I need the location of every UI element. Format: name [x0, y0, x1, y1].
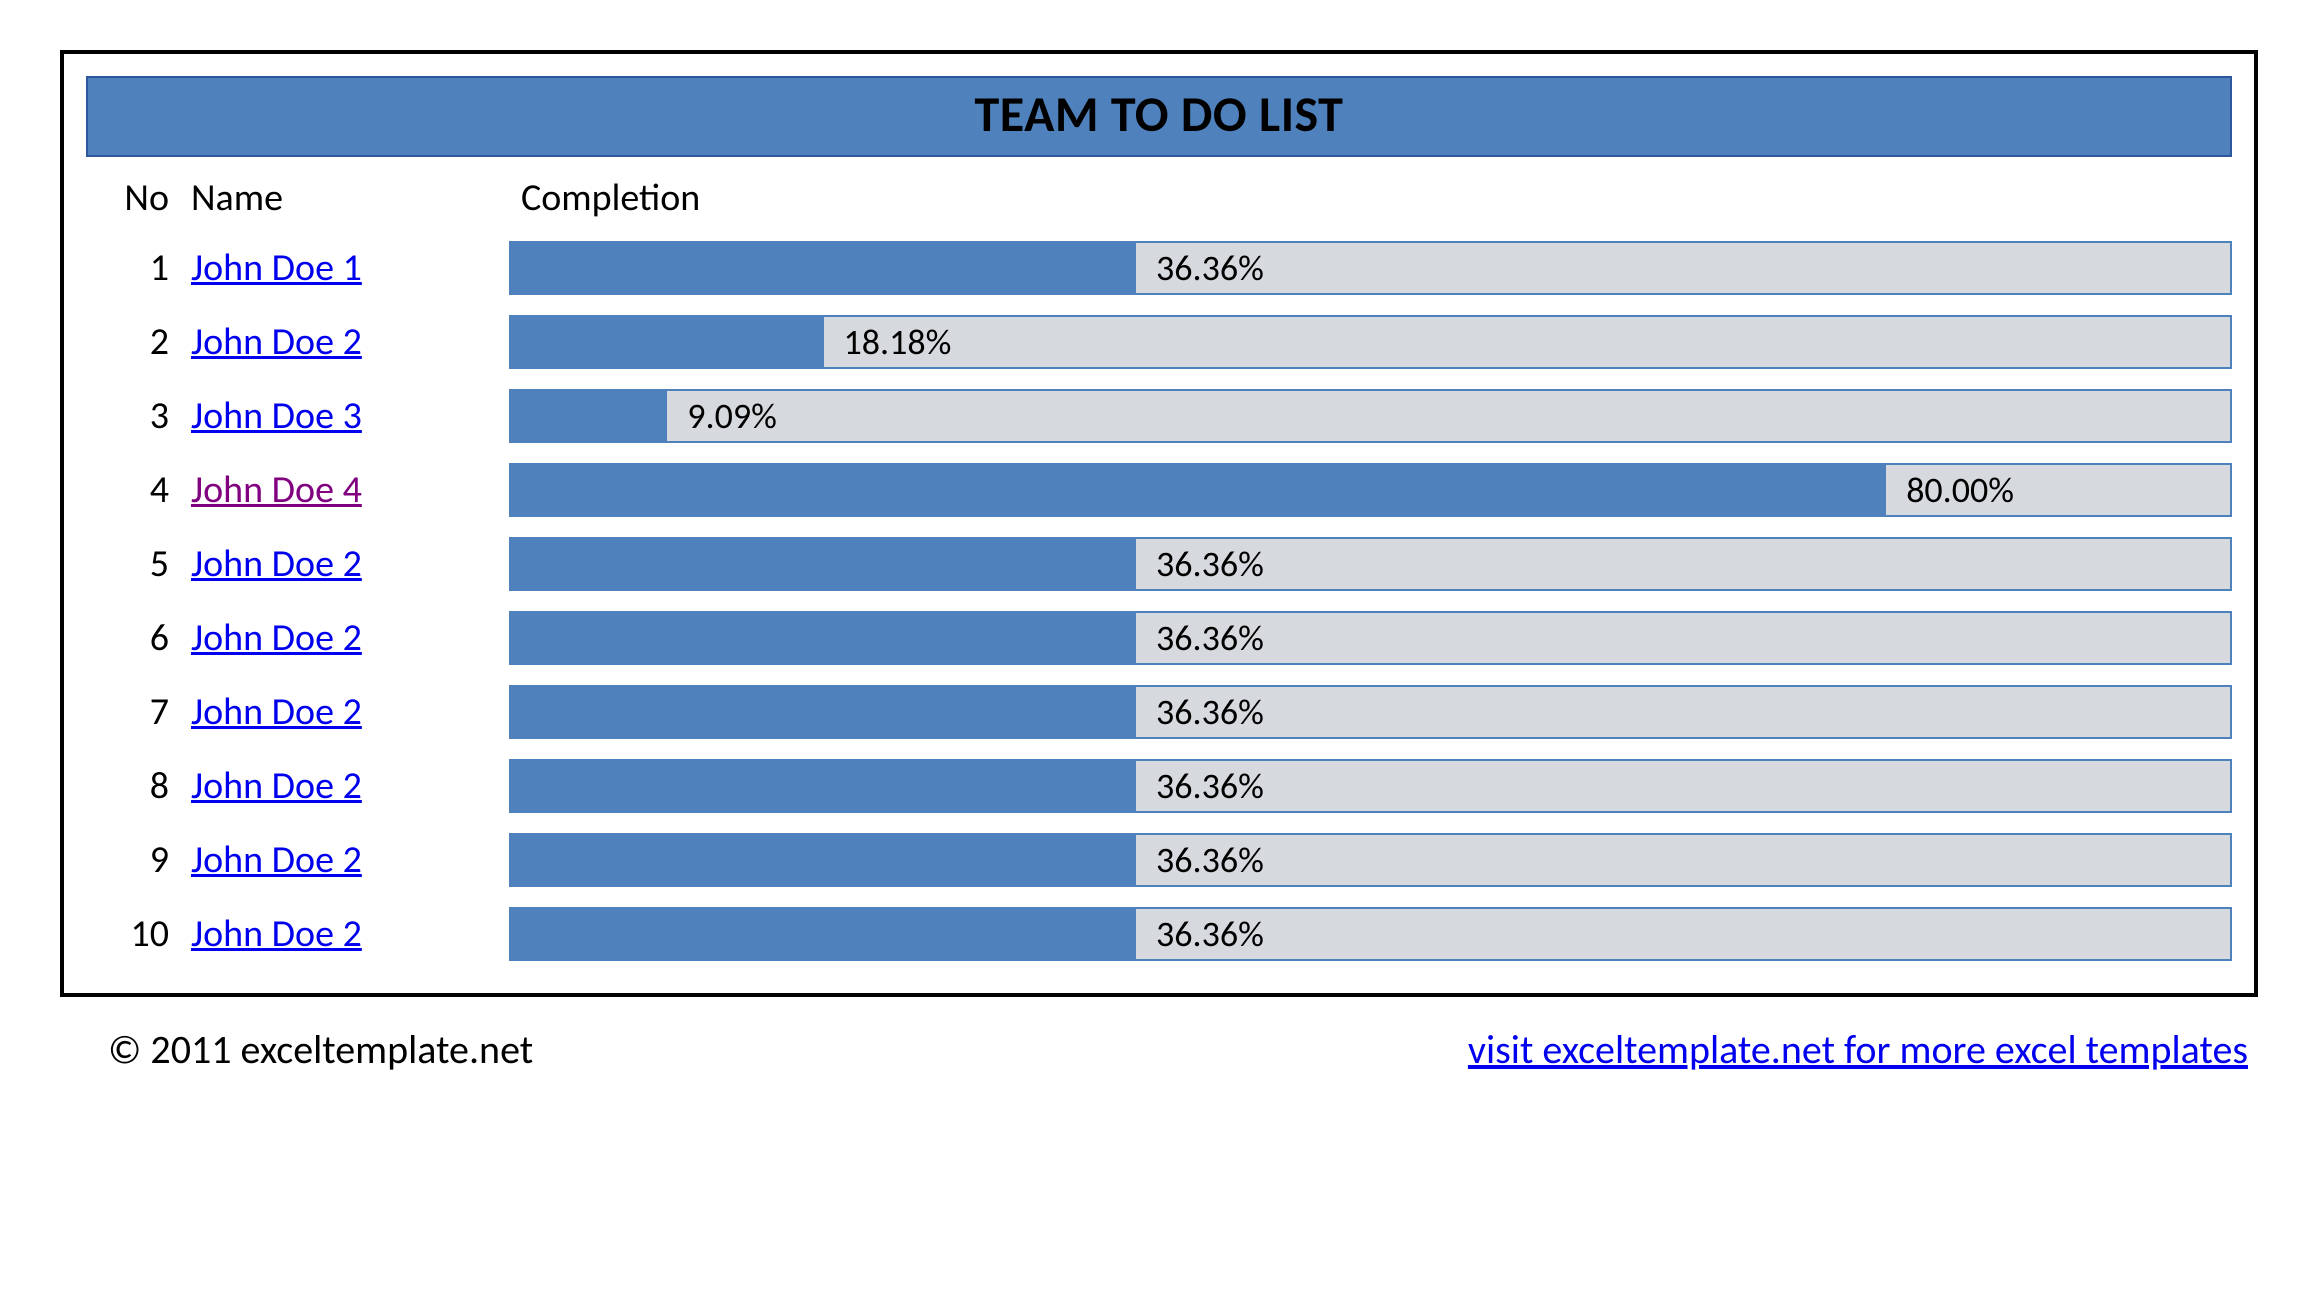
progress-label: 36.36%: [1136, 246, 1264, 290]
progress-bar: 36.36%: [509, 537, 2232, 591]
name-link[interactable]: John Doe 2: [191, 763, 362, 809]
row-no: 3: [86, 393, 191, 439]
progress-bar: 80.00%: [509, 463, 2232, 517]
completion-cell: 36.36%: [491, 907, 2232, 961]
content-frame: TEAM TO DO LIST No Name Completion 1John…: [60, 50, 2258, 997]
progress-bar: 36.36%: [509, 759, 2232, 813]
completion-cell: 80.00%: [491, 463, 2232, 517]
row-no: 5: [86, 541, 191, 587]
completion-cell: 36.36%: [491, 759, 2232, 813]
header-completion: Completion: [491, 175, 2232, 221]
table-row: 1John Doe 1 36.36%: [86, 231, 2232, 305]
table-row: 3John Doe 3 9.09%: [86, 379, 2232, 453]
completion-cell: 18.18%: [491, 315, 2232, 369]
progress-label: 80.00%: [1886, 468, 2014, 512]
completion-cell: 36.36%: [491, 833, 2232, 887]
row-no: 9: [86, 837, 191, 883]
row-no: 7: [86, 689, 191, 735]
progress-bar: 36.36%: [509, 907, 2232, 961]
table-body: 1John Doe 136.36%2John Doe 218.18%3John …: [86, 231, 2232, 971]
row-name: John Doe 2: [191, 689, 491, 735]
progress-fill: [511, 613, 1136, 663]
progress-label: 18.18%: [824, 320, 952, 364]
row-name: John Doe 3: [191, 393, 491, 439]
row-no: 2: [86, 319, 191, 365]
name-link[interactable]: John Doe 2: [191, 319, 362, 365]
row-no: 8: [86, 763, 191, 809]
footer-link[interactable]: visit exceltemplate.net for more excel t…: [1468, 1025, 2248, 1074]
title-bar: TEAM TO DO LIST: [86, 76, 2232, 157]
row-name: John Doe 2: [191, 837, 491, 883]
table-row: 6John Doe 2 36.36%: [86, 601, 2232, 675]
name-link[interactable]: John Doe 2: [191, 911, 362, 957]
name-link[interactable]: John Doe 4: [191, 467, 362, 513]
progress-fill: [511, 687, 1136, 737]
name-link[interactable]: John Doe 1: [191, 245, 362, 291]
row-name: John Doe 2: [191, 541, 491, 587]
footer-link-wrap: visit exceltemplate.net for more excel t…: [1468, 1025, 2248, 1074]
progress-label: 36.36%: [1136, 542, 1264, 586]
row-no: 4: [86, 467, 191, 513]
row-name: John Doe 4: [191, 467, 491, 513]
progress-fill: [511, 243, 1136, 293]
completion-cell: 36.36%: [491, 611, 2232, 665]
completion-cell: 36.36%: [491, 685, 2232, 739]
table-header: No Name Completion: [86, 169, 2232, 231]
progress-bar: 9.09%: [509, 389, 2232, 443]
progress-fill: [511, 317, 824, 367]
footer: © 2011 exceltemplate.net visit exceltemp…: [60, 997, 2258, 1074]
table-row: 7John Doe 2 36.36%: [86, 675, 2232, 749]
progress-label: 36.36%: [1136, 838, 1264, 882]
progress-fill: [511, 391, 667, 441]
header-no: No: [86, 175, 191, 221]
row-name: John Doe 1: [191, 245, 491, 291]
table-row: 5John Doe 2 36.36%: [86, 527, 2232, 601]
progress-label: 36.36%: [1136, 912, 1264, 956]
progress-fill: [511, 909, 1136, 959]
progress-bar: 18.18%: [509, 315, 2232, 369]
copyright-text: © 2011 exceltemplate.net: [108, 1025, 533, 1074]
row-no: 10: [86, 911, 191, 957]
page-title: TEAM TO DO LIST: [88, 84, 2230, 145]
progress-label: 36.36%: [1136, 616, 1264, 660]
name-link[interactable]: John Doe 2: [191, 689, 362, 735]
table-row: 8John Doe 2 36.36%: [86, 749, 2232, 823]
progress-bar: 36.36%: [509, 241, 2232, 295]
name-link[interactable]: John Doe 2: [191, 837, 362, 883]
row-no: 6: [86, 615, 191, 661]
completion-cell: 9.09%: [491, 389, 2232, 443]
row-name: John Doe 2: [191, 911, 491, 957]
name-link[interactable]: John Doe 2: [191, 615, 362, 661]
table-row: 2John Doe 2 18.18%: [86, 305, 2232, 379]
progress-bar: 36.36%: [509, 611, 2232, 665]
row-name: John Doe 2: [191, 319, 491, 365]
row-name: John Doe 2: [191, 615, 491, 661]
header-name: Name: [191, 175, 491, 221]
row-no: 1: [86, 245, 191, 291]
progress-bar: 36.36%: [509, 685, 2232, 739]
row-name: John Doe 2: [191, 763, 491, 809]
table-row: 4John Doe 4 80.00%: [86, 453, 2232, 527]
table-row: 10John Doe 2 36.36%: [86, 897, 2232, 971]
progress-label: 9.09%: [667, 394, 777, 438]
completion-cell: 36.36%: [491, 537, 2232, 591]
name-link[interactable]: John Doe 3: [191, 393, 362, 439]
progress-fill: [511, 539, 1136, 589]
table-row: 9John Doe 2 36.36%: [86, 823, 2232, 897]
completion-cell: 36.36%: [491, 241, 2232, 295]
name-link[interactable]: John Doe 2: [191, 541, 362, 587]
progress-bar: 36.36%: [509, 833, 2232, 887]
progress-fill: [511, 761, 1136, 811]
progress-label: 36.36%: [1136, 690, 1264, 734]
progress-label: 36.36%: [1136, 764, 1264, 808]
progress-fill: [511, 835, 1136, 885]
progress-fill: [511, 465, 1886, 515]
